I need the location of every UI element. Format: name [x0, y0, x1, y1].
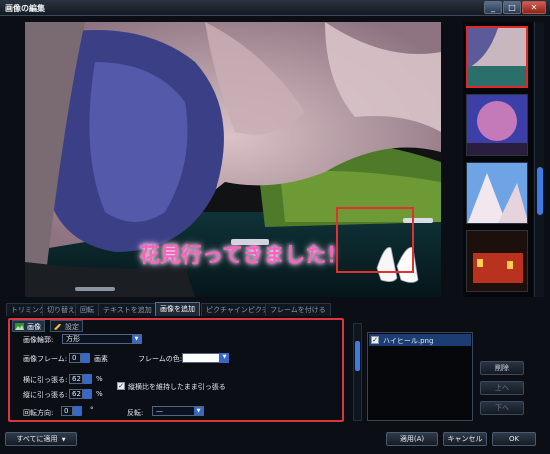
thumbnail-scrollbar[interactable] — [534, 22, 544, 297]
layer-list: ✓ ハイヒール.png — [367, 332, 473, 421]
close-button[interactable]: ✕ — [522, 1, 546, 14]
frame-width-unit: 画素 — [94, 355, 108, 363]
tab-add-frame[interactable]: フレームを付ける — [265, 303, 331, 316]
frame-color-label: フレームの色: — [138, 355, 183, 363]
chevron-down-icon: ▼ — [194, 407, 203, 415]
overlay-caption[interactable]: 花見行ってきました！ — [139, 239, 347, 269]
window-title: 画像の編集 — [5, 4, 45, 13]
frame-width-value: 0 — [72, 354, 77, 362]
selected-image-frame[interactable] — [336, 207, 414, 273]
thumbnail-4[interactable] — [466, 230, 528, 292]
frame-width-label: 画像フレーム: — [23, 355, 68, 363]
thumbnail-3[interactable] — [466, 162, 528, 224]
settings-scrollbar[interactable] — [353, 323, 362, 421]
rotate-unit: ° — [90, 406, 94, 414]
rotate-label: 回転方向: — [23, 409, 54, 417]
chevron-down-icon: ▼ — [132, 335, 141, 343]
list-item[interactable]: ✓ ハイヒール.png — [369, 334, 471, 346]
rotate-spinner[interactable] — [73, 406, 82, 416]
flip-label: 反転: — [127, 409, 144, 417]
subtab-settings[interactable]: 設定 — [50, 320, 83, 332]
thumbnail-2[interactable] — [466, 94, 528, 156]
stretch-width-spinner[interactable] — [83, 374, 92, 384]
stretch-height-spinner[interactable] — [83, 389, 92, 399]
subtab-image[interactable]: 画像 — [12, 320, 45, 332]
rotate-input[interactable]: 0 — [61, 406, 82, 416]
move-down-button[interactable]: 下へ — [480, 401, 524, 415]
layer-name: ハイヒール.png — [383, 337, 434, 345]
frame-width-input[interactable]: 0 — [69, 353, 90, 363]
chevron-down-icon: ▼ — [220, 353, 229, 363]
subtab-settings-label: 設定 — [65, 323, 79, 331]
tab-add-image[interactable]: 画像を追加 — [155, 302, 200, 316]
apply-all-label: すべてに適用 — [16, 435, 58, 443]
frame-width-spinner[interactable] — [81, 353, 90, 363]
thumbnail-1[interactable] — [466, 26, 528, 88]
tab-add-text[interactable]: テキストを追加 — [98, 303, 157, 316]
frame-shape-select[interactable]: 方形 ▼ — [62, 334, 142, 344]
maximize-button[interactable]: □ — [503, 1, 521, 14]
stretch-height-input[interactable]: 62 — [69, 389, 92, 399]
title-bar: 画像の編集 _ □ ✕ — [0, 0, 550, 16]
stretch-width-input[interactable]: 62 — [69, 374, 92, 384]
flip-select[interactable]: — ▼ — [152, 406, 204, 416]
thumbnail-scroll-thumb[interactable] — [537, 167, 543, 215]
stretch-width-label: 横に引っ張る: — [23, 376, 68, 384]
stretch-height-label: 縦に引っ張る: — [23, 391, 68, 399]
minimize-button[interactable]: _ — [484, 1, 502, 14]
chevron-down-icon: ▼ — [61, 437, 66, 443]
subtab-image-label: 画像 — [27, 323, 41, 331]
apply-all-button[interactable]: すべてに適用 ▼ — [5, 432, 77, 446]
stretch-width-percent: % — [96, 375, 103, 383]
layer-visible-checkbox[interactable]: ✓ — [371, 336, 379, 344]
flip-value: — — [156, 407, 163, 415]
move-up-button[interactable]: 上へ — [480, 381, 524, 395]
picture-icon — [15, 323, 24, 330]
stretch-height-value: 62 — [72, 390, 81, 398]
thumbnail-strip — [463, 22, 533, 297]
rotate-value: 0 — [64, 407, 69, 415]
ok-button[interactable]: OK — [492, 432, 536, 446]
keep-aspect-label: 縦横比を維持したまま引っ張る — [128, 383, 226, 391]
frame-color-picker[interactable]: ▼ — [182, 353, 229, 363]
apply-button[interactable]: 適用(A) — [386, 432, 438, 446]
frame-shape-label: 画像輪郭: — [23, 336, 54, 344]
keep-aspect-checkbox[interactable]: ✓ — [117, 382, 125, 390]
settings-scroll-thumb[interactable] — [355, 341, 360, 371]
tab-rotate[interactable]: 回転 — [75, 303, 99, 316]
frame-shape-value: 方形 — [66, 335, 80, 343]
stretch-height-percent: % — [96, 390, 103, 398]
wrench-icon — [54, 324, 61, 330]
cancel-button[interactable]: キャンセル — [443, 432, 487, 446]
delete-button[interactable]: 削除 — [480, 361, 524, 375]
stretch-width-value: 62 — [72, 375, 81, 383]
